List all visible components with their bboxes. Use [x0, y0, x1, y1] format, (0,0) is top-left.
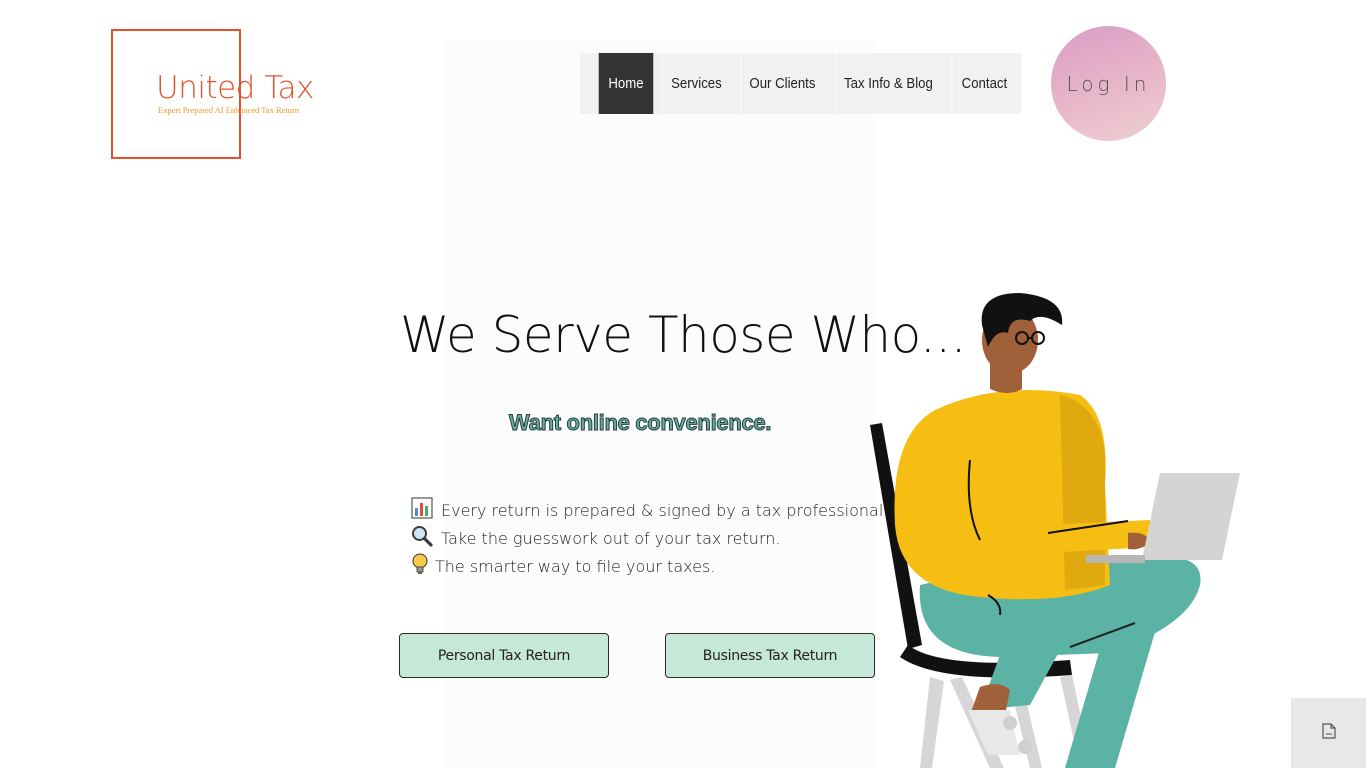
feature-item: Take the guesswork out of your tax retur…: [411, 524, 888, 552]
brand-name[interactable]: United Tax: [156, 70, 314, 106]
feature-text: Every return is prepared & signed by a t…: [441, 500, 889, 520]
nav-item-contact[interactable]: Contact: [951, 53, 1016, 114]
bar-chart-icon: [411, 497, 435, 523]
main-nav: Home Services Our Clients Tax Info & Blo…: [580, 53, 1021, 114]
nav-item-tax-info-blog[interactable]: Tax Info & Blog: [836, 53, 940, 114]
hero-subline: Want online convenience.: [508, 410, 772, 436]
nav-item-home[interactable]: Home: [598, 53, 654, 114]
business-tax-return-button[interactable]: Business Tax Return: [665, 633, 875, 678]
feature-list: Every return is prepared & signed by a t…: [411, 496, 888, 580]
personal-tax-return-button[interactable]: Personal Tax Return: [399, 633, 609, 678]
nav-item-our-clients[interactable]: Our Clients: [740, 53, 824, 114]
feature-item: Every return is prepared & signed by a t…: [411, 496, 888, 524]
magnifier-icon: [411, 525, 435, 551]
brand-tagline: Expert Prepared AI Enhanced Tax Return: [158, 105, 300, 115]
nav-item-services[interactable]: Services: [661, 53, 731, 114]
login-button[interactable]: Log In: [1051, 26, 1166, 141]
document-icon: [1321, 722, 1336, 744]
feature-item: The smarter way to file your taxes.: [411, 552, 888, 580]
person-with-laptop-illustration: [860, 285, 1260, 768]
feature-text: Take the guesswork out of your tax retur…: [441, 528, 781, 548]
feature-text: The smarter way to file your taxes.: [435, 556, 716, 576]
lightbulb-icon: [411, 553, 429, 579]
document-widget-button[interactable]: [1291, 698, 1366, 768]
